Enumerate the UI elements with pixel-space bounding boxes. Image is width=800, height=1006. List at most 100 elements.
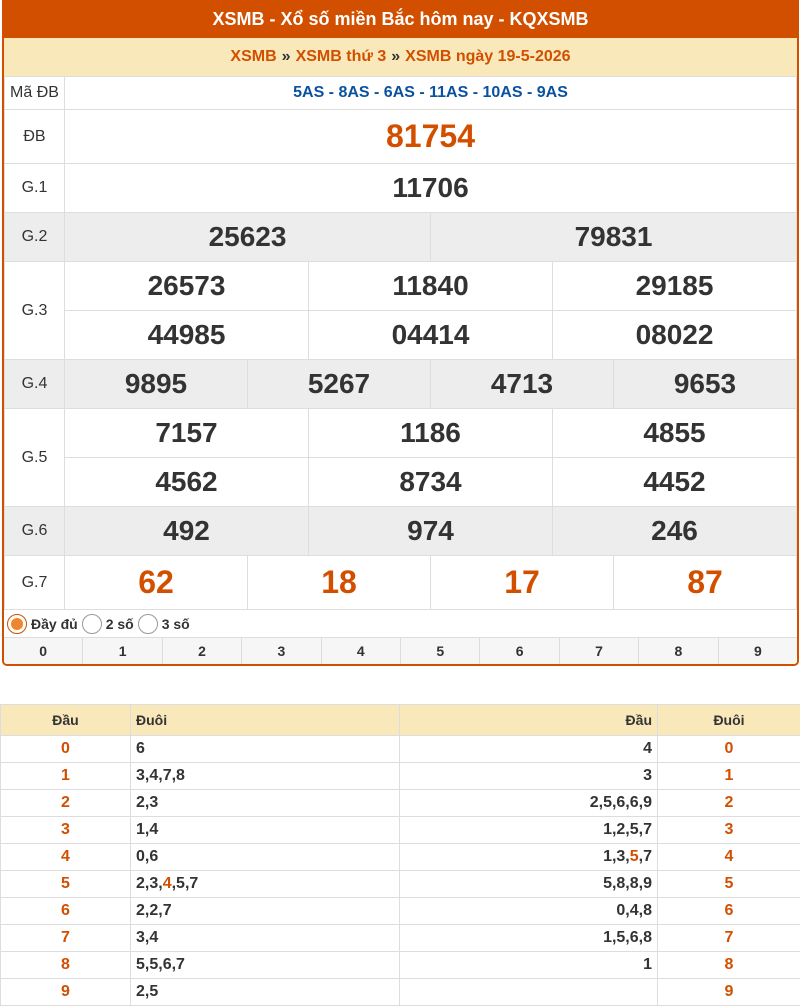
g3-label: G.3 <box>4 261 65 360</box>
table-row: 8 5,5,6,7 1 8 <box>0 951 800 979</box>
tail-value: 5,5,6,7 <box>136 956 185 973</box>
breadcrumb: XSMB » XSMB thứ 3 » XSMB ngày 19-5-2026 <box>4 38 797 76</box>
digit-button[interactable]: 6 <box>480 638 560 664</box>
results-box: XSMB - Xổ số miền Bắc hôm nay - KQXSMB X… <box>2 0 799 666</box>
tail-value: ,5,7 <box>171 875 199 892</box>
prize-g7: 62 <box>64 555 248 610</box>
option-full-label: Đầy đủ <box>31 615 78 632</box>
prize-g3: 26573 <box>64 261 309 311</box>
prize-g5: 4562 <box>64 457 309 507</box>
col-header-duoi: Đuôi <box>130 704 400 736</box>
option-3-digits-label: 3 số <box>161 615 190 632</box>
digit-button[interactable]: 4 <box>321 638 402 664</box>
head-value: 1,2,5,7 <box>603 821 652 838</box>
digit-button[interactable]: 7 <box>559 638 640 664</box>
table-row: 2 2,3 2,5,6,6,9 2 <box>0 789 800 817</box>
tail-value: 0,6 <box>136 848 159 865</box>
head-value: 1 <box>643 956 652 973</box>
digit-button[interactable]: 8 <box>639 638 719 664</box>
tail-digit: 0 <box>657 735 800 763</box>
prize-g3: 29185 <box>552 261 797 311</box>
head-values: 1,2,5,7 <box>399 816 658 844</box>
tail-digit: 9 <box>657 978 800 1006</box>
table-row: 0640 <box>0 735 800 763</box>
digit-button[interactable]: 2 <box>162 638 243 664</box>
tail-values: 2,2,7 <box>130 897 400 925</box>
option-2-digits[interactable]: 2 số <box>81 613 134 634</box>
head-digit: 9 <box>0 978 131 1006</box>
tail-values: 3,4 <box>130 924 400 952</box>
option-full[interactable]: Đầy đủ <box>7 613 78 634</box>
tail-digit: 5 <box>657 870 800 898</box>
head-values: 0,4,8 <box>399 897 658 925</box>
table-row: 3 1,4 1,2,5,7 3 <box>0 816 800 844</box>
digit-button[interactable]: 1 <box>83 638 163 664</box>
radio-icon[interactable] <box>81 613 102 634</box>
prize-g1: 11706 <box>64 163 797 213</box>
table-row: 4 0,6 1,3,5,7 4 <box>0 843 800 871</box>
head-digit: 4 <box>0 843 131 871</box>
breadcrumb-date[interactable]: XSMB ngày 19-5-2026 <box>405 48 570 66</box>
db-label: ĐB <box>4 109 65 164</box>
g5-label: G.5 <box>4 408 65 507</box>
breadcrumb-separator: » <box>281 48 291 65</box>
display-options: Đầy đủ 2 số 3 số <box>4 610 797 638</box>
prize-g3: 44985 <box>64 310 309 360</box>
tail-digit: 7 <box>657 924 800 952</box>
prize-g5: 7157 <box>64 408 309 458</box>
digit-button[interactable]: 5 <box>401 638 481 664</box>
table-row: 7 3,4 1,5,6,8 7 <box>0 924 800 952</box>
head-value: 0,4,8 <box>616 902 652 919</box>
tail-value: 1,4 <box>136 821 159 838</box>
tail-value: 3,4,7,8 <box>136 767 185 784</box>
head-values: 4 <box>399 735 658 763</box>
breadcrumb-xsmb[interactable]: XSMB <box>230 48 276 66</box>
digit-button[interactable]: 3 <box>242 638 322 664</box>
prize-g3: 11840 <box>308 261 553 311</box>
tail-digit: 3 <box>657 816 800 844</box>
head-value: ,7 <box>638 848 652 865</box>
ma-db-value: 5AS - 8AS - 6AS - 11AS - 10AS - 9AS <box>64 76 797 110</box>
prize-g5: 8734 <box>308 457 553 507</box>
tail-values: 6 <box>130 735 400 763</box>
head-values: 1 <box>399 951 658 979</box>
head-digit: 8 <box>0 951 131 979</box>
col-header-duoi: Đuôi <box>657 704 800 736</box>
head-value: 3 <box>643 767 652 784</box>
col-header-dau: Đầu <box>399 704 658 736</box>
tail-values: 1,4 <box>130 816 400 844</box>
prize-g7: 87 <box>613 555 797 610</box>
tail-value: 2,3 <box>136 794 159 811</box>
tail-digit: 8 <box>657 951 800 979</box>
prize-g3: 08022 <box>552 310 797 360</box>
page-title: XSMB - Xổ số miền Bắc hôm nay - KQXSMB <box>4 0 797 38</box>
head-values: 5,8,8,9 <box>399 870 658 898</box>
radio-selected-icon[interactable] <box>7 613 27 634</box>
prize-g5: 4855 <box>552 408 797 458</box>
prize-g4: 9653 <box>613 359 797 409</box>
prize-g3: 04414 <box>308 310 553 360</box>
tail-values: 2,5 <box>130 978 400 1006</box>
tail-value: 2,2,7 <box>136 902 172 919</box>
table-row: 5 2,3,4,5,7 5,8,8,9 5 <box>0 870 800 898</box>
prize-g6: 974 <box>308 506 553 556</box>
prize-db: 81754 <box>64 109 797 164</box>
g4-label: G.4 <box>4 359 65 409</box>
digit-button[interactable]: 0 <box>4 638 84 664</box>
option-3-digits[interactable]: 3 số <box>137 613 190 634</box>
head-digit: 2 <box>0 789 131 817</box>
results-table: Mã ĐB 5AS - 8AS - 6AS - 11AS - 10AS - 9A… <box>4 76 797 610</box>
digit-button[interactable]: 9 <box>718 638 797 664</box>
head-values: 1,3,5,7 <box>399 843 658 871</box>
radio-icon[interactable] <box>137 613 158 634</box>
breadcrumb-xsmb-thu3[interactable]: XSMB thứ 3 <box>296 48 387 66</box>
g6-label: G.6 <box>4 506 65 556</box>
head-digit: 0 <box>0 735 131 763</box>
prize-g4: 9895 <box>64 359 248 409</box>
ma-db-label: Mã ĐB <box>4 76 65 110</box>
head-values <box>399 978 658 1006</box>
head-digit: 6 <box>0 897 131 925</box>
table-row: 1 3,4,7,8 3 1 <box>0 762 800 790</box>
head-value: 1,5,6,8 <box>603 929 652 946</box>
head-value: 5 <box>629 848 639 865</box>
